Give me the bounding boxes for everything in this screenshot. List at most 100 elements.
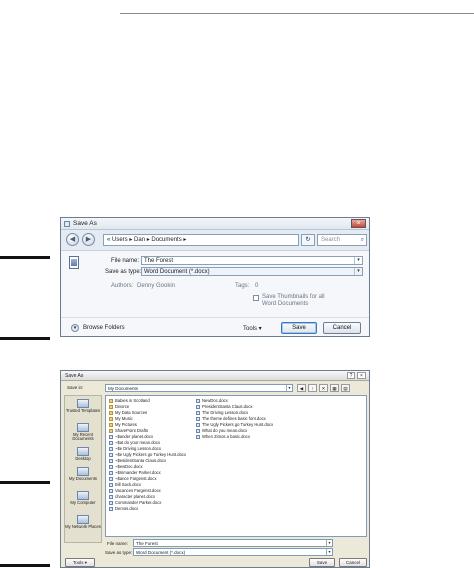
help-icon[interactable]: ? <box>347 372 355 379</box>
save-as-type-select[interactable]: Word Document (*.docx) ▾ <box>133 548 333 556</box>
search-icon[interactable]: ⌕ <box>361 235 364 246</box>
delete-icon[interactable]: ✕ <box>319 384 328 392</box>
dialog-footer: ▾ Browse Folders Tools ▾ Save Cancel <box>61 317 369 337</box>
list-item[interactable]: Babies in Scotland <box>109 398 150 403</box>
new-folder-icon[interactable]: ▦ <box>330 384 339 392</box>
list-item[interactable]: Bill Sack.docx <box>109 482 141 487</box>
item-name: Babies in Scotland <box>115 398 150 403</box>
place-label: My Recent Documents <box>72 432 94 442</box>
save-button[interactable]: Save <box>309 558 335 567</box>
browse-folders-link[interactable]: Browse Folders <box>83 325 125 331</box>
back-arrow-icon[interactable]: ◀ <box>66 233 79 246</box>
list-item[interactable]: My Music <box>109 416 133 421</box>
list-item[interactable]: Commander Parker.docx <box>109 500 161 505</box>
file-name-field[interactable]: The Forest ▾ <box>141 256 363 265</box>
list-item[interactable]: ~$ance Fargenst.docx <box>109 476 157 481</box>
save-as-type-value: Word Document (*.docx) <box>144 269 210 275</box>
list-item[interactable]: My Data Sources <box>109 410 147 415</box>
tags-label: Tags: <box>235 283 250 289</box>
list-item[interactable]: When Zimos a basic.docx <box>196 434 250 439</box>
save-thumbnails-checkbox[interactable] <box>253 295 259 301</box>
word-doc-icon <box>109 494 113 499</box>
forward-arrow-icon[interactable]: ▶ <box>82 233 95 246</box>
tools-button[interactable]: Tools ▾ <box>65 558 95 567</box>
list-item[interactable]: SharePoint Drafts <box>109 428 148 433</box>
place-recent-documents[interactable]: My Recent Documents <box>65 422 101 444</box>
item-name: ~$at do your mean.docx <box>115 440 161 445</box>
back-icon[interactable]: ◀ <box>297 384 306 392</box>
list-item[interactable]: PresidentSanta Claus.docx <box>196 404 253 409</box>
item-name: What do you mean.docx <box>202 428 248 433</box>
place-label: Desktop <box>75 456 91 461</box>
save-as-type-select[interactable]: Word Document (*.docx) ▾ <box>141 267 363 276</box>
chevron-down-icon[interactable]: ▾ <box>354 257 362 264</box>
list-item[interactable]: ~$esidentSanta Claus.docx <box>109 458 166 463</box>
save-in-select[interactable]: My Documents ▾ <box>105 384 293 392</box>
chevron-down-icon[interactable]: ▾ <box>326 549 332 555</box>
browse-folders-toggle-icon[interactable]: ▾ <box>71 324 79 332</box>
list-item[interactable]: The Ugly Pickers go Turkey Hunt.docx <box>196 422 273 427</box>
save-in-label: Save in: <box>67 385 84 390</box>
list-item[interactable]: Vacances Fargenst.docx <box>109 488 161 493</box>
list-item[interactable]: ~$e Ugly Pickers go Turkey Hunt.docx <box>109 452 186 457</box>
place-my-computer[interactable]: My Computer <box>65 490 101 512</box>
file-name-field[interactable]: The Forest ▾ <box>133 539 333 547</box>
word-doc-icon <box>109 464 113 469</box>
list-item[interactable]: ~$mmander Parker.docx <box>109 470 161 475</box>
tags-value[interactable]: 0 <box>255 283 258 289</box>
search-input[interactable]: Search ⌕ <box>317 234 367 246</box>
list-item[interactable]: Divorce <box>109 404 129 409</box>
close-icon[interactable]: × <box>357 372 366 379</box>
tools-menu[interactable]: Tools ▾ <box>243 325 262 332</box>
address-bar[interactable]: « Users ▸ Dan ▸ Documents ▸ <box>103 234 299 246</box>
list-item[interactable]: Demos.docx <box>109 506 138 511</box>
close-icon[interactable]: × <box>351 219 366 228</box>
list-item[interactable]: character planet.docx <box>109 494 155 499</box>
file-list: Babies in Scotland Divorce My Data Sourc… <box>105 395 367 537</box>
word-doc-icon <box>196 422 200 427</box>
file-name-label: File name: <box>107 541 129 546</box>
item-name: Bill Sack.docx <box>115 482 142 487</box>
place-desktop[interactable]: Desktop <box>65 446 101 468</box>
folder-icon <box>77 399 89 408</box>
places-bar: Trusted Templates My Recent Documents De… <box>64 395 102 543</box>
word-doc-icon <box>109 506 113 511</box>
refresh-icon[interactable]: ↻ <box>301 234 315 246</box>
list-item[interactable]: The Driving Lesson.docx <box>196 410 248 415</box>
cancel-button[interactable]: Cancel <box>323 322 361 334</box>
place-label: My Documents <box>69 476 97 481</box>
item-name: NewDoc.docx <box>202 398 228 403</box>
word-doc-icon <box>109 470 113 475</box>
callout-marker-places <box>0 481 50 484</box>
place-network-places[interactable]: My Network Places <box>65 514 101 536</box>
place-trusted-templates[interactable]: Trusted Templates <box>65 398 101 420</box>
word-doc-icon <box>196 404 200 409</box>
word-doc-icon <box>109 446 113 451</box>
chevron-down-icon[interactable]: ▾ <box>326 540 332 546</box>
folder-icon <box>109 404 113 409</box>
views-icon[interactable]: ▤ <box>341 384 350 392</box>
cancel-button[interactable]: Cancel <box>339 558 367 567</box>
chevron-down-icon[interactable]: ▾ <box>286 385 292 391</box>
item-name: When Zimos a basic.docx <box>202 434 250 439</box>
dialog-title: Save As <box>65 373 84 379</box>
list-item[interactable]: The theme defines basic font.docx <box>196 416 266 421</box>
chevron-down-icon[interactable]: ▾ <box>354 268 362 275</box>
place-label: My Computer <box>70 500 96 505</box>
up-folder-icon[interactable]: ↑ <box>308 384 317 392</box>
place-my-documents[interactable]: My Documents <box>65 466 101 488</box>
folder-icon <box>109 422 113 427</box>
file-name-value: The Forest <box>144 258 174 264</box>
list-item[interactable]: ~$ewDoc.docx <box>109 464 143 469</box>
list-item[interactable]: ~$at do your mean.docx <box>109 440 160 445</box>
list-item[interactable]: ~$e Driving Lesson.docx <box>109 446 161 451</box>
list-item[interactable]: My Pictures <box>109 422 137 427</box>
item-name: My Data Sources <box>115 410 148 415</box>
authors-value[interactable]: Denny Gookin <box>137 283 175 289</box>
list-item[interactable]: ~$ander planet.docx <box>109 434 153 439</box>
word-doc-icon <box>109 458 113 463</box>
save-button[interactable]: Save <box>281 322 317 334</box>
list-item[interactable]: NewDoc.docx <box>196 398 228 403</box>
list-item[interactable]: What do you mean.docx <box>196 428 247 433</box>
folder-icon <box>109 398 113 403</box>
